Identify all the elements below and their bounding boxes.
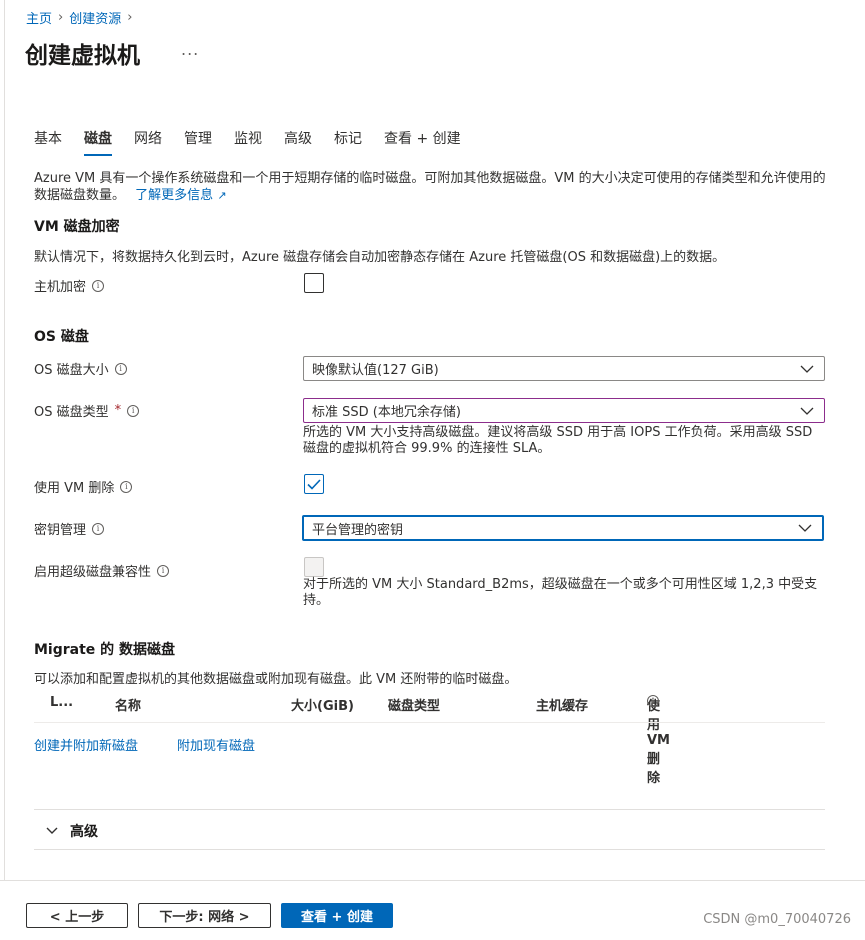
- tab-tags[interactable]: 标记: [334, 128, 362, 154]
- os-disk-size-label: OS 磁盘大小 i: [34, 359, 127, 378]
- previous-button[interactable]: < 上一步: [26, 903, 128, 928]
- ultra-disk-text: 启用超级磁盘兼容性: [34, 565, 152, 580]
- watermark: CSDN @m0_70040726: [703, 912, 851, 927]
- checkmark-icon: [307, 478, 321, 490]
- learn-more-label: 了解更多信息: [135, 188, 214, 203]
- create-attach-disk-link[interactable]: 创建并附加新磁盘: [34, 735, 138, 754]
- key-management-value: 平台管理的密钥: [312, 522, 404, 538]
- ultra-disk-label: 启用超级磁盘兼容性 i: [34, 561, 170, 580]
- tab-monitoring[interactable]: 监视: [234, 128, 262, 154]
- info-icon[interactable]: i: [157, 564, 170, 577]
- delete-with-vm-label: 使用 VM 删除 i: [34, 477, 133, 496]
- info-icon[interactable]: i: [114, 362, 127, 375]
- chevron-down-icon: [46, 827, 58, 834]
- chevron-right-icon: ›: [58, 10, 64, 25]
- info-icon[interactable]: i: [127, 404, 140, 417]
- tab-networking[interactable]: 网络: [134, 128, 162, 154]
- breadcrumb-create-resource[interactable]: 创建资源: [69, 8, 121, 27]
- chevron-down-icon: [798, 524, 812, 532]
- os-disk-type-text: OS 磁盘类型: [34, 405, 109, 420]
- external-link-icon: ↗: [217, 189, 227, 202]
- host-encryption-text: 主机加密: [34, 280, 87, 295]
- column-size: 大小(GiB): [291, 699, 354, 714]
- os-disk-type-select[interactable]: 标准 SSD (本地冗余存储): [303, 398, 825, 423]
- encryption-heading: VM 磁盘加密: [34, 219, 120, 235]
- learn-more-link[interactable]: 了解更多信息 ↗: [135, 188, 226, 203]
- delete-with-vm-text: 使用 VM 删除: [34, 481, 115, 496]
- data-disks-description: 可以添加和配置虚拟机的其他数据磁盘或附加现有磁盘。此 VM 还附带的临时磁盘。: [34, 672, 518, 687]
- os-disk-type-helper: 所选的 VM 大小支持高级磁盘。建议将高级 SSD 用于高 IOPS 工作负荷。…: [303, 425, 813, 456]
- chevron-down-icon: [800, 407, 814, 415]
- more-options-button[interactable]: ...: [181, 40, 199, 59]
- tab-advanced[interactable]: 高级: [284, 128, 312, 154]
- advanced-bottom-divider: [34, 849, 825, 850]
- os-disk-size-value: 映像默认值(127 GiB): [312, 363, 439, 378]
- intro-description: Azure VM 具有一个操作系统磁盘和一个用于短期存储的临时磁盘。可附加其他数…: [34, 170, 834, 204]
- encryption-description: 默认情况下，将数据持久化到云时，Azure 磁盘存储会自动加密静态存储在 Azu…: [34, 250, 726, 265]
- tab-review-create[interactable]: 查看 + 创建: [384, 128, 461, 154]
- chevron-right-icon: ›: [127, 10, 133, 25]
- data-disks-heading: Migrate 的 数据磁盘: [34, 642, 176, 658]
- review-create-button[interactable]: 查看 + 创建: [281, 903, 393, 928]
- host-encryption-label: 主机加密 i: [34, 276, 105, 295]
- column-delete-with-vm-text: 使用 VM 删除: [647, 699, 670, 786]
- next-networking-button[interactable]: 下一步: 网络 >: [138, 903, 271, 928]
- chevron-down-icon: [800, 365, 814, 373]
- advanced-section-toggle[interactable]: 高级: [46, 821, 98, 841]
- key-management-select[interactable]: 平台管理的密钥: [302, 515, 824, 541]
- host-encryption-checkbox[interactable]: [304, 273, 324, 293]
- table-divider: [34, 722, 825, 723]
- column-host-caching: 主机缓存: [536, 699, 589, 714]
- os-disk-heading: OS 磁盘: [34, 329, 89, 345]
- delete-with-vm-checkbox[interactable]: [304, 474, 324, 494]
- os-disk-type-value: 标准 SSD (本地冗余存储): [312, 405, 461, 420]
- page-title: 创建虚拟机: [25, 43, 140, 69]
- key-management-label: 密钥管理 i: [34, 519, 105, 538]
- tab-disks[interactable]: 磁盘: [84, 128, 112, 156]
- breadcrumb-home[interactable]: 主页: [26, 8, 52, 27]
- info-icon[interactable]: i: [647, 695, 659, 707]
- ultra-disk-checkbox[interactable]: [304, 557, 324, 577]
- key-management-text: 密钥管理: [34, 523, 87, 538]
- os-disk-size-select[interactable]: 映像默认值(127 GiB): [303, 356, 825, 381]
- column-disk-type: 磁盘类型: [388, 699, 441, 714]
- tab-bar: 基本 磁盘 网络 管理 监视 高级 标记 查看 + 创建: [34, 128, 483, 156]
- tab-management[interactable]: 管理: [184, 128, 212, 154]
- blade-left-border: [4, 0, 5, 880]
- column-lun: L...: [50, 695, 74, 710]
- info-icon[interactable]: i: [92, 522, 105, 535]
- os-disk-type-label: OS 磁盘类型 * i: [34, 401, 140, 420]
- advanced-label: 高级: [70, 824, 98, 840]
- data-disks-table-header: L... 名称 大小(GiB) 磁盘类型 主机缓存 使用 VM 删除 i: [50, 695, 825, 786]
- info-icon[interactable]: i: [92, 279, 105, 292]
- info-icon[interactable]: i: [120, 480, 133, 493]
- ultra-disk-helper: 对于所选的 VM 大小 Standard_B2ms，超级磁盘在一个或多个可用性区…: [303, 577, 818, 608]
- os-disk-size-text: OS 磁盘大小: [34, 363, 109, 378]
- tab-basics[interactable]: 基本: [34, 128, 62, 154]
- required-marker: *: [114, 403, 122, 418]
- advanced-top-divider: [34, 809, 825, 810]
- footer-divider: [0, 880, 865, 881]
- breadcrumb: 主页 › 创建资源 ›: [26, 8, 132, 27]
- column-name: 名称: [115, 699, 142, 714]
- attach-existing-disk-link[interactable]: 附加现有磁盘: [177, 735, 255, 754]
